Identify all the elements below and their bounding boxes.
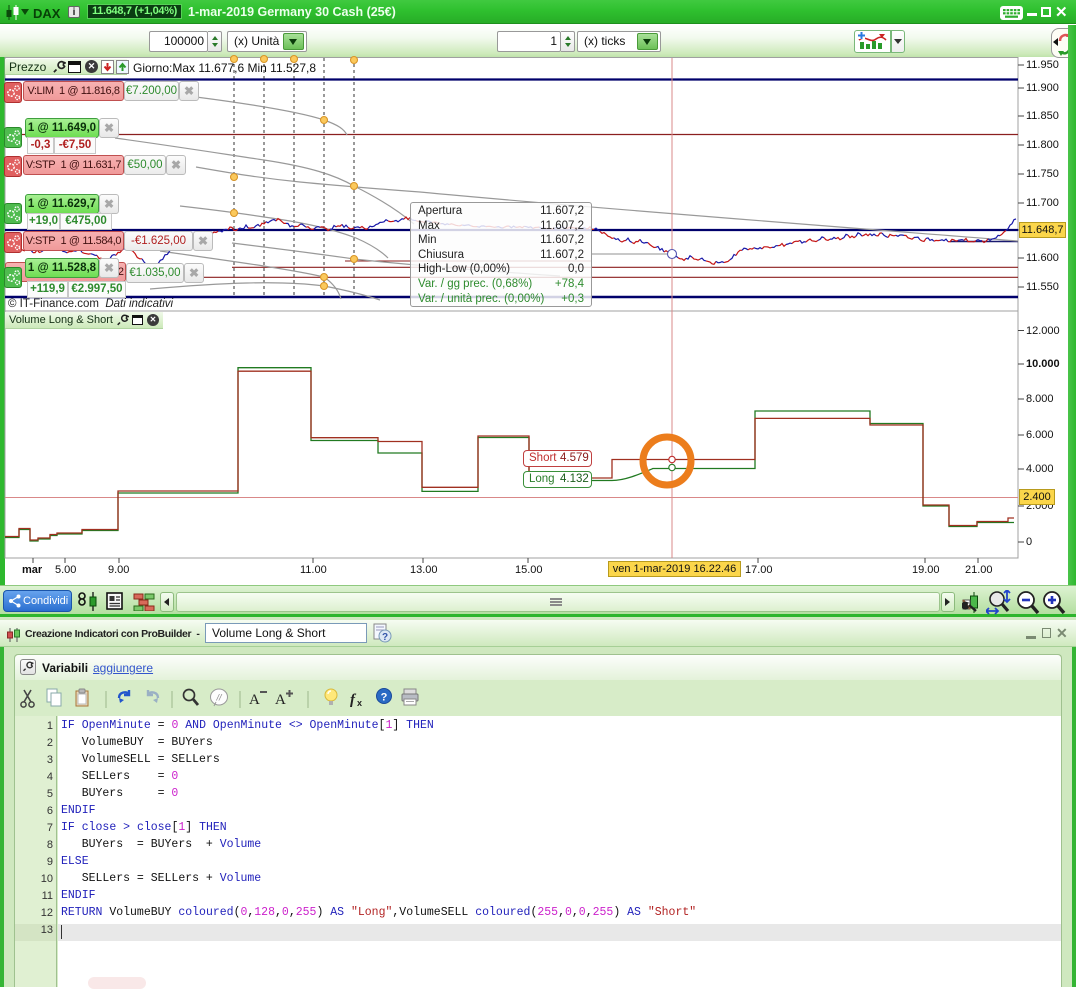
svg-text:x: x bbox=[357, 698, 362, 708]
svg-text:?: ? bbox=[382, 632, 388, 643]
svg-text:f: f bbox=[350, 692, 357, 708]
svg-text:?: ? bbox=[381, 692, 388, 704]
svg-text:A: A bbox=[249, 692, 260, 708]
svg-text:A: A bbox=[275, 692, 286, 708]
